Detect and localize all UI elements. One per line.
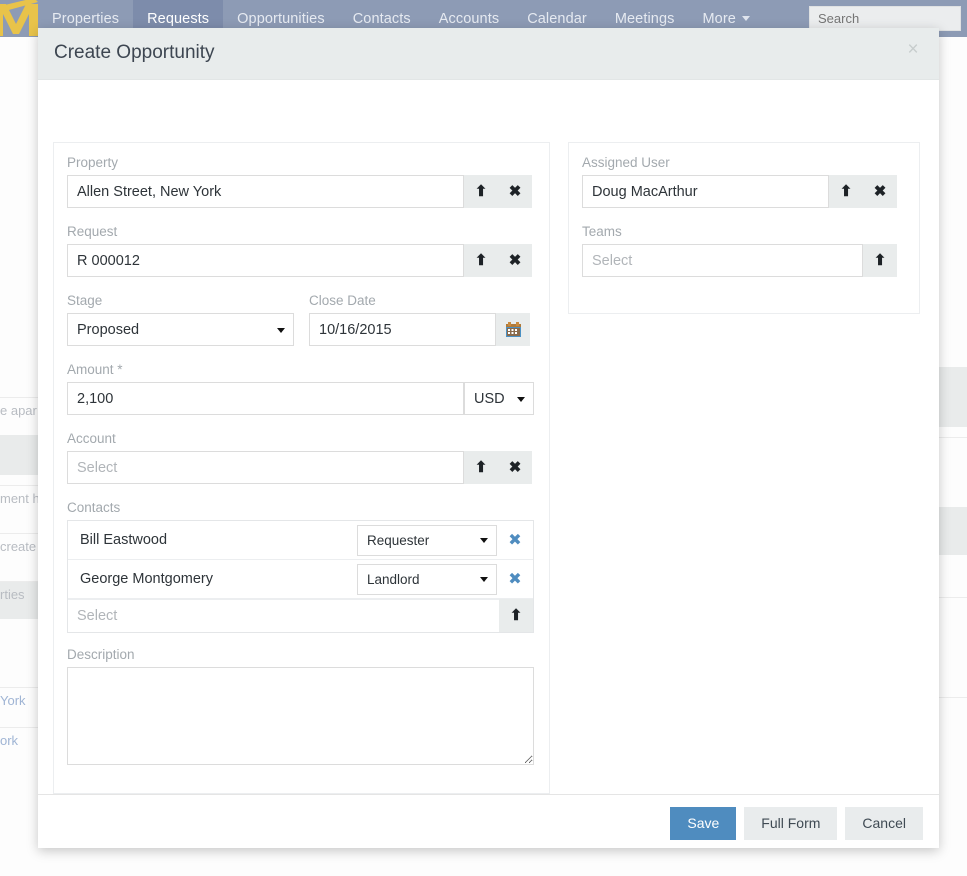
contact-role-select[interactable]: Landlord (357, 563, 497, 595)
request-clear-x-icon[interactable]: ✖ (498, 244, 532, 277)
assigned-user-select-arrow-up-icon[interactable]: ⬆ (829, 175, 863, 208)
contact-row: Bill Eastwood Requester ✖ (68, 521, 533, 560)
request-input[interactable] (67, 244, 464, 277)
background-text-fragment: ork (0, 727, 40, 748)
assigned-user-control: ⬆ ✖ (582, 175, 897, 208)
contact-role-select-wrap: Requester (357, 524, 497, 556)
nav-label: Requests (147, 10, 210, 27)
field-label: Close Date (309, 293, 376, 308)
background-shade (0, 435, 40, 475)
close-date-control (309, 313, 530, 346)
property-select-arrow-up-icon[interactable]: ⬆ (464, 175, 498, 208)
assignment-panel: Assigned User ⬆ ✖ Teams ⬆ (568, 142, 920, 314)
nav-label: Accounts (438, 10, 500, 27)
contact-role-select-wrap: Landlord (357, 563, 497, 595)
field-label: Description (67, 647, 135, 662)
account-control: ⬆ ✖ (67, 451, 532, 484)
modal-header: Create Opportunity × (38, 28, 939, 80)
nav-label: Properties (52, 10, 120, 27)
assigned-user-clear-x-icon[interactable]: ✖ (863, 175, 897, 208)
remove-contact-x-icon[interactable]: ✖ (497, 569, 533, 589)
field-description: Description (67, 647, 534, 770)
account-input[interactable] (67, 451, 464, 484)
field-amount: Amount * USD (67, 362, 534, 415)
primary-fields-panel: Property ⬆ ✖ Request ⬆ (53, 142, 550, 794)
assigned-user-input[interactable] (582, 175, 829, 208)
field-label: Account (67, 431, 116, 446)
modal-body: Property ⬆ ✖ Request ⬆ (38, 80, 939, 794)
m-logo-icon (0, 0, 38, 36)
account-clear-x-icon[interactable]: ✖ (498, 451, 532, 484)
add-contact-arrow-up-icon[interactable]: ⬆ (499, 599, 533, 632)
nav-label: Contacts (352, 10, 411, 27)
field-label: Request (67, 224, 118, 239)
contact-name: George Montgomery (80, 571, 213, 587)
field-label: Property (67, 155, 119, 170)
remove-contact-x-icon[interactable]: ✖ (497, 530, 533, 550)
field-label: Amount * (67, 362, 123, 377)
request-select-arrow-up-icon[interactable]: ⬆ (464, 244, 498, 277)
currency-select[interactable]: USD (464, 382, 534, 415)
contact-name: Bill Eastwood (80, 532, 168, 548)
account-select-arrow-up-icon[interactable]: ⬆ (464, 451, 498, 484)
nav-label: Calendar (527, 10, 587, 27)
field-label: Stage (67, 293, 103, 308)
field-teams: Teams ⬆ (582, 224, 897, 277)
close-date-input[interactable] (309, 313, 496, 346)
chevron-down-icon (741, 16, 750, 21)
calendar-glyph (505, 322, 521, 337)
field-stage: Stage Proposed (67, 293, 294, 346)
create-opportunity-modal: Create Opportunity × Property ⬆ ✖ (38, 28, 939, 848)
background-text-fragment: e apar (0, 397, 40, 418)
stage-select-wrap: Proposed (67, 313, 294, 346)
save-button[interactable]: Save (670, 807, 737, 840)
background-text-fragment: create (0, 533, 40, 554)
field-label: Contacts (67, 500, 121, 515)
background-text-fragment: ment h (0, 485, 40, 506)
field-property: Property ⬆ ✖ (67, 155, 532, 208)
field-request: Request ⬆ ✖ (67, 224, 532, 277)
footer-button-group: Save Full Form Cancel (670, 807, 923, 840)
background-text-fragment: York (0, 687, 40, 708)
modal-footer: Save Full Form Cancel (38, 794, 939, 847)
cancel-button[interactable]: Cancel (845, 807, 923, 840)
teams-input[interactable] (582, 244, 863, 277)
property-input[interactable] (67, 175, 464, 208)
close-icon[interactable]: × (901, 38, 925, 62)
background-left-column: e apar ment h create rties York ork (0, 37, 40, 876)
property-clear-x-icon[interactable]: ✖ (498, 175, 532, 208)
amount-control: USD (67, 382, 534, 415)
teams-select-arrow-up-icon[interactable]: ⬆ (863, 244, 897, 277)
field-account: Account ⬆ ✖ (67, 431, 532, 484)
contacts-list: Bill Eastwood Requester ✖ George Montgom… (67, 520, 534, 633)
stage-select[interactable]: Proposed (67, 313, 294, 346)
teams-control: ⬆ (582, 244, 897, 277)
field-contacts: Contacts Bill Eastwood Requester ✖ Georg… (67, 500, 534, 633)
nav-label: More (702, 10, 736, 27)
add-contact-input[interactable] (68, 599, 500, 632)
calendar-icon[interactable] (496, 313, 530, 346)
field-assigned-user: Assigned User ⬆ ✖ (582, 155, 897, 208)
description-textarea[interactable] (67, 667, 534, 765)
add-contact-row: ⬆ (68, 599, 533, 632)
field-close-date: Close Date (309, 293, 530, 346)
background-text-fragment: rties (0, 581, 40, 619)
field-label: Teams (582, 224, 622, 239)
nav-label: Meetings (614, 10, 675, 27)
currency-select-wrap: USD (464, 382, 534, 415)
full-form-button[interactable]: Full Form (744, 807, 838, 840)
property-control: ⬆ ✖ (67, 175, 532, 208)
contact-role-select[interactable]: Requester (357, 524, 497, 556)
amount-input[interactable] (67, 382, 464, 415)
nav-label: Opportunities (237, 10, 325, 27)
request-control: ⬆ ✖ (67, 244, 532, 277)
contact-row: George Montgomery Landlord ✖ (68, 560, 533, 599)
field-label: Assigned User (582, 155, 670, 170)
m-logo[interactable] (0, 0, 38, 37)
page-title: Create Opportunity (54, 42, 215, 63)
